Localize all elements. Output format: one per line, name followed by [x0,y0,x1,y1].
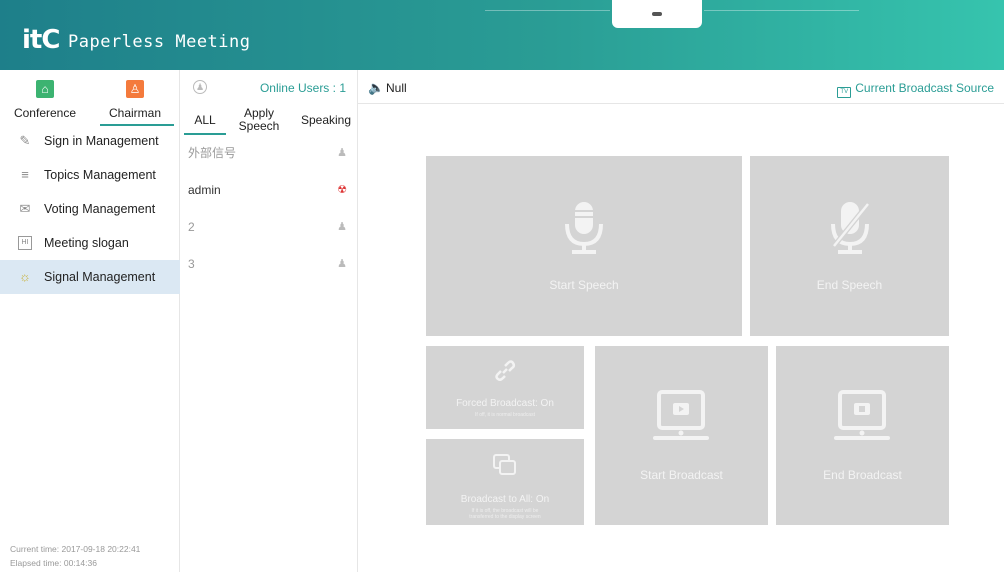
collapse-header-tab[interactable] [612,0,702,28]
status-bar: 🔈 Null TV Current Broadcast Source [358,70,1004,104]
time-info: Current time: 2017-09-18 20:22:41 Elapse… [10,542,140,570]
online-bar: ♟ Online Users : 1 [180,70,358,104]
current-signal-status: Null [386,81,407,95]
role-conference-tab[interactable]: ⌂ Conference [0,70,90,128]
start-speech-label: Start Speech [549,278,619,292]
tab-speaking-label: Speaking [300,113,352,127]
header-divider [485,10,610,11]
role-chairman-tab[interactable]: ♙ Chairman [90,70,180,128]
elapsed-time: Elapsed time: 00:14:36 [10,558,97,568]
app-header: itC Paperless Meeting [0,0,1004,70]
user-icon: ♙ [126,80,144,98]
user-icon: ♟ [337,147,347,159]
sidebar-item-label: Meeting slogan [44,236,129,250]
user-icon: ♟ [337,258,347,270]
windows-icon [493,454,516,475]
sidebar-item-signal-management[interactable]: ☼ Signal Management [0,260,180,294]
microphone-muted-icon [831,202,870,254]
forced-broadcast-label: Forced Broadcast: On [456,398,554,409]
current-broadcast-source[interactable]: TV Current Broadcast Source [837,81,994,98]
forced-broadcast-hint: If off, it is normal broadcast [475,412,535,418]
broadcast-to-all-toggle[interactable]: Broadcast to All: On If it is off, the b… [426,439,584,525]
header-divider [704,10,859,11]
sidebar-item-voting-management[interactable]: ✉ Voting Management [0,192,180,226]
start-broadcast-label: Start Broadcast [640,468,723,482]
speaker-icon: 🔈 [368,80,385,95]
avatar-icon: ♟ [193,80,207,94]
tab-speaking[interactable]: Speaking [296,104,356,136]
user-panel: ♟ Online Users : 1 ALL Apply Speech Spea… [180,70,358,572]
app-logo: itC [22,25,60,55]
broadcast-to-all-label: Broadcast to All: On [460,494,550,505]
tv-icon: TV [837,87,852,98]
user-list: 外部信号 ♟ admin ☢ 2 ♟ 3 ♟ [180,140,358,288]
home-icon: ⌂ [36,80,54,98]
slogan-icon: HI [18,236,32,250]
user-name: 3 [188,257,195,271]
mic-muted-icon[interactable]: ☢ [336,184,348,196]
sidebar-menu: ✎ Sign in Management ≡ Topics Management… [0,124,180,294]
list-icon: ≡ [21,167,29,182]
end-speech-label: End Speech [816,278,883,292]
sidebar-item-topics-management[interactable]: ≡ Topics Management [0,158,180,192]
end-broadcast-button[interactable]: End Broadcast [776,346,949,525]
list-item[interactable]: 外部信号 ♟ [180,140,358,177]
sidebar-item-label: Sign in Management [44,134,159,148]
active-tab-indicator [184,133,226,135]
link-icon [495,360,516,382]
tab-all[interactable]: ALL [180,104,230,136]
sidebar-item-label: Topics Management [44,168,156,182]
collapse-handle-icon [652,12,662,16]
list-item[interactable]: 2 ♟ [180,214,358,251]
user-filter-tabs: ALL Apply Speech Speaking [180,104,358,136]
play-screen-icon [653,390,709,440]
stop-screen-icon [834,390,890,440]
list-item[interactable]: admin ☢ [180,177,358,214]
online-users-count: Online Users : 1 [259,81,346,95]
sidebar-item-meeting-slogan[interactable]: HI Meeting slogan [0,226,180,260]
user-name: 外部信号 [188,146,237,160]
edit-icon: ✎ [19,133,31,148]
microphone-icon [565,202,603,254]
sidebar-item-sign-in-management[interactable]: ✎ Sign in Management [0,124,180,158]
list-item[interactable]: 3 ♟ [180,251,358,288]
tab-apply-label-line2: Speech [238,119,280,133]
user-name: 2 [188,220,195,234]
broadcast-to-all-hint-2: transferred to the display screen [469,514,541,520]
role-conference-label: Conference [13,106,77,120]
bulb-icon: ☼ [19,269,31,284]
forced-broadcast-toggle[interactable]: Forced Broadcast: On If off, it is norma… [426,346,584,429]
end-broadcast-label: End Broadcast [823,468,902,482]
broadcast-source-label: Current Broadcast Source [855,81,994,95]
user-icon: ♟ [337,221,347,233]
current-time: Current time: 2017-09-18 20:22:41 [10,544,141,554]
sidebar-item-label: Signal Management [44,270,156,284]
signal-main-panel: 🔈 Null TV Current Broadcast Source Start … [358,70,1004,572]
ballot-icon: ✉ [19,201,31,216]
sidebar-item-label: Voting Management [44,202,156,216]
tab-apply-speech[interactable]: Apply Speech [232,104,286,136]
app-title: Paperless Meeting [68,32,251,52]
role-chairman-label: Chairman [108,106,162,120]
end-speech-button[interactable]: End Speech [750,156,949,336]
user-name: admin [188,183,221,197]
start-broadcast-button[interactable]: Start Broadcast [595,346,768,525]
tab-all-label: ALL [194,113,216,127]
start-speech-button[interactable]: Start Speech [426,156,742,336]
sidebar: ⌂ Conference ♙ Chairman ✎ Sign in Manage… [0,70,180,572]
role-switch: ⌂ Conference ♙ Chairman [0,70,180,128]
